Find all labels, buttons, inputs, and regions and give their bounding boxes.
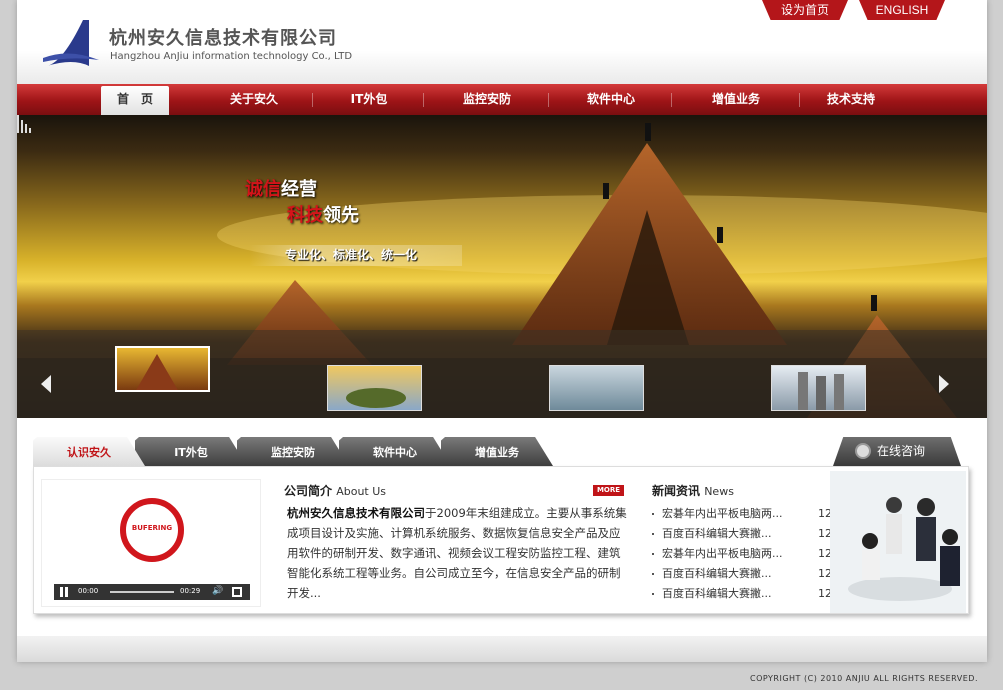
company-name-cn: 杭州安久信息技术有限公司: [109, 28, 337, 49]
news-item[interactable]: 百度百科编辑大赛撇...12.02: [652, 584, 850, 604]
tab-it-outsourcing[interactable]: IT外包: [135, 437, 247, 466]
thumbnail-skyscrapers[interactable]: [771, 365, 866, 411]
copyright-text: COPYRIGHT (C) 2010 ANJIU ALL RIGHTS RESE…: [750, 674, 978, 683]
seek-bar[interactable]: [110, 591, 174, 593]
headset-icon: [855, 443, 871, 459]
hero-banner: 诚信经营 科技领先 专业化、标准化、统一化: [17, 115, 987, 418]
pause-icon[interactable]: [60, 587, 68, 597]
nav-divider: [423, 93, 424, 107]
thumbnail-island[interactable]: [327, 365, 422, 411]
header: 杭州安久信息技术有限公司 Hangzhou AnJiu information …: [17, 0, 987, 84]
page-container: 杭州安久信息技术有限公司 Hangzhou AnJiu information …: [17, 0, 987, 662]
volume-icon[interactable]: 🔊: [212, 586, 223, 596]
nav-item-it-outsourcing[interactable]: IT外包: [315, 84, 423, 115]
company-name-en: Hangzhou AnJiu information technology Co…: [110, 51, 353, 62]
slogan-line-1: 诚信经营: [245, 179, 317, 200]
banner-tagline: 专业化、标准化、统一化: [249, 245, 462, 266]
slogan-line-2: 科技领先: [287, 205, 359, 226]
english-button[interactable]: ENGLISH: [859, 0, 945, 20]
buffering-text: BUFERING: [131, 524, 173, 532]
thumbnail-pyramids[interactable]: [115, 346, 210, 392]
thumbnail-sea[interactable]: [549, 365, 644, 411]
nav-item-security[interactable]: 监控安防: [427, 84, 547, 115]
nav-divider: [312, 93, 313, 107]
online-consult-button[interactable]: 在线咨询: [833, 437, 961, 466]
about-heading: 公司简介 About Us: [284, 484, 387, 498]
news-list: 宏碁年内出平板电脑两...12.02 百度百科编辑大赛撇...12.02 宏碁年…: [652, 504, 850, 604]
news-heading: 新闻资讯 News: [652, 484, 734, 498]
nav-item-software[interactable]: 软件中心: [551, 84, 671, 115]
video-controls: 00:00 00:29 🔊: [54, 584, 250, 600]
set-homepage-button[interactable]: 设为首页: [762, 0, 848, 20]
next-arrow-icon[interactable]: [939, 375, 949, 393]
nav-item-home[interactable]: 首 页: [101, 86, 169, 115]
nav-item-support[interactable]: 技术支持: [801, 84, 901, 115]
nav-item-about[interactable]: 关于安久: [199, 84, 309, 115]
company-logo[interactable]: [43, 18, 99, 70]
about-description: 杭州安久信息技术有限公司于2009年末组建成立。主要从事系统集成项目设计及实施、…: [287, 506, 627, 600]
total-time: 00:29: [180, 587, 201, 595]
video-player[interactable]: BUFERING 00:00 00:29 🔊: [41, 479, 261, 607]
prev-arrow-icon[interactable]: [41, 375, 51, 393]
news-item[interactable]: 宏碁年内出平板电脑两...12.02: [652, 544, 850, 564]
tab-value-added[interactable]: 增值业务: [441, 437, 553, 466]
nav-divider: [671, 93, 672, 107]
business-people-image: [830, 471, 966, 613]
main-nav: 首 页 关于安久 IT外包 监控安防 软件中心 增值业务 技术支持: [17, 84, 987, 115]
company-name-bold: 杭州安久信息技术有限公司: [287, 506, 425, 520]
fullscreen-icon[interactable]: [232, 587, 242, 597]
content-panel: BUFERING 00:00 00:29 🔊 公司简介 About Us MOR…: [33, 466, 969, 614]
tab-software[interactable]: 软件中心: [339, 437, 451, 466]
tab-security[interactable]: 监控安防: [237, 437, 349, 466]
content-tabs: 认识安久 IT外包 监控安防 软件中心 增值业务: [33, 437, 973, 466]
news-item[interactable]: 百度百科编辑大赛撇...12.02: [652, 524, 850, 544]
more-button[interactable]: MORE: [593, 485, 624, 496]
nav-divider: [799, 93, 800, 107]
signal-bars-icon: [17, 115, 31, 133]
news-item[interactable]: 宏碁年内出平板电脑两...12.02: [652, 504, 850, 524]
footer-bar: [17, 636, 987, 662]
tab-about-anjiu[interactable]: 认识安久: [33, 437, 145, 466]
current-time: 00:00: [78, 587, 99, 595]
nav-divider: [548, 93, 549, 107]
news-item[interactable]: 百度百科编辑大赛撇...12.02: [652, 564, 850, 584]
nav-item-value-added[interactable]: 增值业务: [673, 84, 799, 115]
